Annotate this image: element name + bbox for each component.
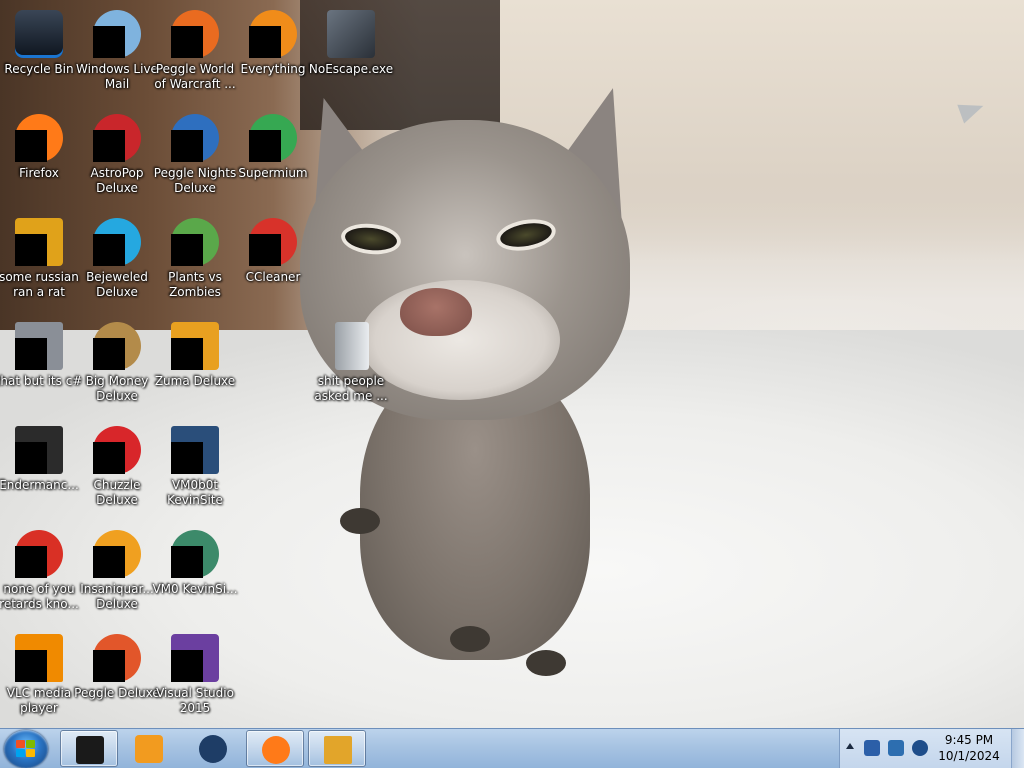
desktop-icon-label: Windows Live Mail (76, 62, 158, 91)
shortcut-icon (15, 530, 63, 578)
desktop-icon-none-of-you[interactable]: none of you retards kno... (0, 524, 79, 624)
peggle-wow-icon (171, 10, 219, 58)
display-icon[interactable] (888, 740, 904, 756)
desktop-icon-bejeweled[interactable]: Bejeweled Deluxe (78, 212, 156, 312)
show-desktop-button[interactable] (1011, 729, 1024, 768)
desktop-icon-label: VM0b0t KevinSite (167, 478, 223, 507)
chuzzle-icon (93, 426, 141, 474)
windows-logo-icon (16, 740, 36, 758)
zuma-icon (171, 322, 219, 370)
taskbar-button-media-player[interactable] (120, 730, 178, 767)
desktop-icon-firefox[interactable]: Firefox (0, 108, 78, 208)
desktop-icon-label: AstroPop Deluxe (90, 166, 144, 195)
desktop-icon-peggle-wow[interactable]: Peggle World of Warcraft ... (154, 4, 236, 104)
desktop-icon-windows-live-mail[interactable]: Windows Live Mail (76, 4, 158, 104)
globe-icon (199, 735, 227, 763)
cat-paw (340, 508, 380, 534)
browser-icon (249, 114, 297, 162)
fish-icon (93, 530, 141, 578)
pvz-icon (171, 218, 219, 266)
desktop-icon-label: NoEscape.exe (308, 62, 394, 76)
executable-icon (327, 10, 375, 58)
tray-overflow-chevron-icon[interactable] (846, 743, 854, 749)
desktop-icon-ccleaner[interactable]: CCleaner (234, 212, 312, 312)
file-icon (327, 322, 375, 370)
ccleaner-icon (249, 218, 297, 266)
desktop-icon-noescape[interactable]: NoEscape.exe (309, 4, 393, 104)
desktop-icon-plants-vs-zombies[interactable]: Plants vs Zombies (156, 212, 234, 312)
desktop-icon-shit-people-asked[interactable]: shit people asked me ... (312, 316, 390, 416)
desktop-icon-label: Visual Studio 2015 (156, 686, 234, 715)
console-window-icon (76, 736, 104, 764)
taskbar-button-console-window[interactable] (60, 730, 118, 767)
desktop-icon-zuma[interactable]: Zuma Deluxe (155, 316, 235, 416)
desktop-icon-everything[interactable]: Everything (234, 4, 312, 104)
vlc-icon (15, 634, 63, 682)
clock-time[interactable]: 9:45 PM (930, 733, 1008, 747)
peggle-icon (93, 634, 141, 682)
desktop-icon-label: shit people asked me ... (314, 374, 388, 403)
desktop-icon-label: Bejeweled Deluxe (86, 270, 148, 299)
desktop-icon-russian-rat[interactable]: some russian ran a rat (0, 212, 79, 312)
desktop-icon-insaniquarium[interactable]: Insaniquar... Deluxe (78, 524, 156, 624)
money-bag-icon (93, 322, 141, 370)
search-icon (249, 10, 297, 58)
desktop-icon-chuzzle[interactable]: Chuzzle Deluxe (78, 420, 156, 520)
desktop-icon-label: Supermium (238, 166, 308, 180)
desktop-icon-label: Chuzzle Deluxe (93, 478, 141, 507)
desktop-icon-label: Peggle Nights Deluxe (153, 166, 237, 195)
cat-paw (526, 650, 566, 676)
desktop-icon-label: Peggle World of Warcraft ... (154, 62, 236, 91)
peggle-nights-icon (171, 114, 219, 162)
desktop-icon-label: Insaniquar... Deluxe (80, 582, 154, 611)
vm-globe-icon (171, 530, 219, 578)
firefox-icon (262, 736, 290, 764)
desktop-icon-peggle-deluxe[interactable]: Peggle Deluxe (74, 628, 160, 728)
desktop-icon-label: VM0 KevinSi... (152, 582, 238, 596)
recycle-bin-icon (15, 10, 63, 58)
taskbar-button-windows-explorer[interactable] (308, 730, 366, 767)
desktop-icon-label: Everything (240, 62, 306, 76)
desktop-icon-endermanch[interactable]: Endermanc... (0, 420, 79, 520)
firefox-icon (15, 114, 63, 162)
desktop-icon-supermium[interactable]: Supermium (234, 108, 312, 208)
desktop-icon-label: Zuma Deluxe (154, 374, 236, 388)
bejeweled-icon (93, 218, 141, 266)
taskbar-button-firefox[interactable] (246, 730, 304, 767)
desktop-icon-peggle-nights[interactable]: Peggle Nights Deluxe (154, 108, 236, 208)
desktop-icon-visual-studio[interactable]: Visual Studio 2015 (156, 628, 234, 728)
mail-icon (93, 10, 141, 58)
volume-icon[interactable] (912, 740, 928, 756)
desktop-icon-vm0b0t[interactable]: VM0b0t KevinSite (156, 420, 234, 520)
taskbar-button-globe[interactable] (184, 730, 242, 767)
console-icon (15, 426, 63, 474)
cat-paw (450, 626, 490, 652)
java-icon (15, 218, 63, 266)
start-button[interactable] (4, 730, 48, 768)
cat-nose (400, 288, 472, 336)
vm-icon (171, 426, 219, 474)
folder-windows-icon (324, 736, 352, 764)
desktop-icon-that-but-csharp[interactable]: that but its c# (0, 316, 82, 416)
system-tray: 9:45 PM 10/1/2024 (839, 729, 1024, 768)
file-stack-icon (15, 322, 63, 370)
desktop-icon-recycle-bin[interactable]: Recycle Bin (0, 4, 78, 104)
desktop-icon-label: Big Money Deluxe (85, 374, 149, 403)
visual-studio-icon (171, 634, 219, 682)
desktop-icon-label: Plants vs Zombies (168, 270, 222, 299)
desktop-icon-vlc[interactable]: VLC media player (0, 628, 78, 728)
clock-date[interactable]: 10/1/2024 (930, 749, 1008, 763)
desktop-icon-label: CCleaner (245, 270, 301, 284)
network-icon[interactable] (864, 740, 880, 756)
desktop-icon-vm0-kevinsite[interactable]: VM0 KevinSi... (152, 524, 238, 624)
desktop-icon-big-money[interactable]: Big Money Deluxe (78, 316, 156, 416)
desktop-icon-label: Peggle Deluxe (74, 686, 160, 700)
astropop-icon (93, 114, 141, 162)
taskbar: 9:45 PM 10/1/2024 (0, 728, 1024, 768)
media-player-icon (135, 735, 163, 763)
desktop-icon-astropop[interactable]: AstroPop Deluxe (78, 108, 156, 208)
